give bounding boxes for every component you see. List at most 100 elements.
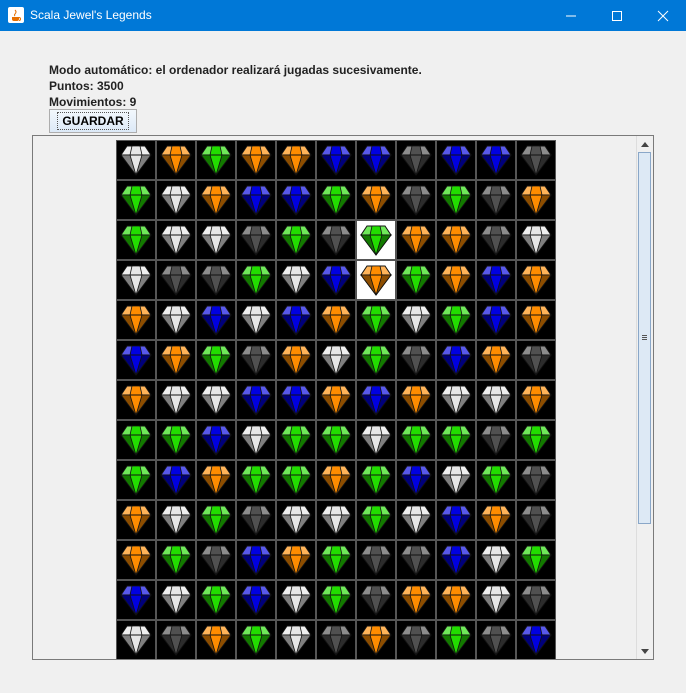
board-cell[interactable] (396, 380, 436, 420)
board-cell[interactable] (196, 620, 236, 659)
scroll-down-button[interactable] (637, 643, 653, 659)
board-cell[interactable] (476, 540, 516, 580)
board-cell[interactable] (396, 300, 436, 340)
board-cell[interactable] (396, 420, 436, 460)
scroll-thumb[interactable] (638, 152, 651, 524)
board-cell[interactable] (116, 180, 156, 220)
board-cell[interactable] (516, 620, 556, 659)
board-cell[interactable] (396, 180, 436, 220)
board-cell[interactable] (116, 260, 156, 300)
board-cell[interactable] (276, 300, 316, 340)
close-button[interactable] (640, 0, 686, 31)
board-cell[interactable] (356, 380, 396, 420)
board-cell[interactable] (316, 420, 356, 460)
board-cell[interactable] (236, 220, 276, 260)
board-cell[interactable] (116, 460, 156, 500)
board-cell[interactable] (156, 380, 196, 420)
board-cell[interactable] (236, 620, 276, 659)
board-cell[interactable] (116, 580, 156, 620)
board-cell[interactable] (196, 500, 236, 540)
board-cell[interactable] (276, 180, 316, 220)
board-cell[interactable] (356, 460, 396, 500)
board-cell[interactable] (396, 260, 436, 300)
board-cell[interactable] (516, 260, 556, 300)
board-cell[interactable] (436, 140, 476, 180)
board-cell[interactable] (396, 580, 436, 620)
board-cell[interactable] (276, 620, 316, 659)
board-cell[interactable] (196, 300, 236, 340)
board-cell[interactable] (196, 460, 236, 500)
board-cell[interactable] (396, 340, 436, 380)
board-cell[interactable] (436, 580, 476, 620)
board-cell[interactable] (476, 300, 516, 340)
board-cell[interactable] (156, 180, 196, 220)
board-cell[interactable] (316, 340, 356, 380)
board-cell[interactable] (236, 460, 276, 500)
board-cell[interactable] (316, 380, 356, 420)
board-cell[interactable] (516, 500, 556, 540)
board-cell[interactable] (116, 500, 156, 540)
board-cell[interactable] (356, 420, 396, 460)
board-cell[interactable] (436, 300, 476, 340)
board-cell[interactable] (116, 420, 156, 460)
board-cell[interactable] (236, 380, 276, 420)
board-cell[interactable] (196, 260, 236, 300)
board-cell[interactable] (396, 460, 436, 500)
board-cell[interactable] (196, 220, 236, 260)
board-cell[interactable] (516, 340, 556, 380)
scroll-up-button[interactable] (637, 136, 653, 152)
board-cell[interactable] (396, 540, 436, 580)
board-cell[interactable] (316, 500, 356, 540)
board-cell[interactable] (276, 540, 316, 580)
board-cell-selected[interactable] (356, 260, 396, 300)
board-cell[interactable] (196, 580, 236, 620)
board-cell[interactable] (516, 580, 556, 620)
board-cell[interactable] (436, 540, 476, 580)
board-cell[interactable] (356, 580, 396, 620)
board-cell[interactable] (316, 220, 356, 260)
vertical-scrollbar[interactable] (636, 136, 653, 659)
board-cell[interactable] (156, 260, 196, 300)
board-cell[interactable] (436, 460, 476, 500)
save-button[interactable]: GUARDAR (49, 109, 137, 133)
board-cell[interactable] (116, 340, 156, 380)
board-cell[interactable] (236, 580, 276, 620)
board-cell[interactable] (156, 220, 196, 260)
board-cell[interactable] (476, 380, 516, 420)
board-cell[interactable] (476, 460, 516, 500)
board-cell[interactable] (316, 580, 356, 620)
board-cell[interactable] (436, 260, 476, 300)
board-cell[interactable] (356, 180, 396, 220)
board-cell[interactable] (476, 420, 516, 460)
board-cell[interactable] (436, 500, 476, 540)
board-cell[interactable] (116, 380, 156, 420)
board-cell[interactable] (356, 140, 396, 180)
board-cell[interactable] (156, 300, 196, 340)
board-cell[interactable] (356, 500, 396, 540)
board-cell[interactable] (236, 340, 276, 380)
board-cell[interactable] (276, 260, 316, 300)
board-cell[interactable] (356, 540, 396, 580)
board-cell[interactable] (116, 540, 156, 580)
board-cell[interactable] (476, 220, 516, 260)
board-cell[interactable] (476, 620, 516, 659)
board-cell[interactable] (436, 620, 476, 659)
board-cell[interactable] (156, 420, 196, 460)
board-cell[interactable] (196, 340, 236, 380)
board-cell[interactable] (476, 500, 516, 540)
board-cell[interactable] (196, 540, 236, 580)
board-cell[interactable] (236, 260, 276, 300)
board-cell-selected[interactable] (356, 220, 396, 260)
board-cell[interactable] (196, 420, 236, 460)
board-cell[interactable] (116, 620, 156, 659)
board-cell[interactable] (476, 340, 516, 380)
board-cell[interactable] (196, 180, 236, 220)
board-cell[interactable] (236, 180, 276, 220)
board-cell[interactable] (276, 500, 316, 540)
board-cell[interactable] (156, 140, 196, 180)
board-cell[interactable] (276, 340, 316, 380)
board-cell[interactable] (356, 620, 396, 659)
board-cell[interactable] (236, 420, 276, 460)
board-cell[interactable] (436, 380, 476, 420)
board-cell[interactable] (316, 620, 356, 659)
